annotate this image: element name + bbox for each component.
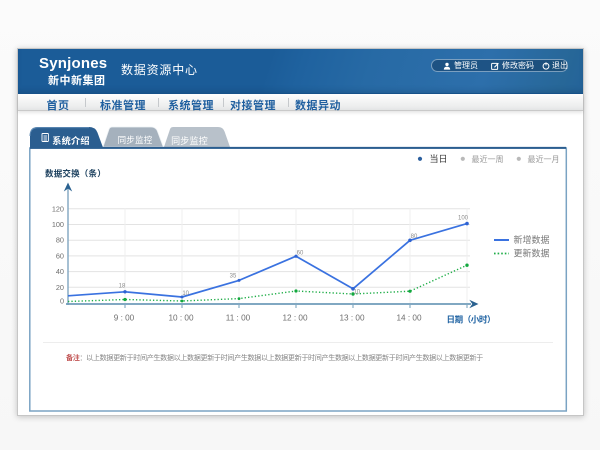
- svg-text:120: 120: [52, 204, 64, 213]
- svg-text:当日: 当日: [430, 153, 448, 164]
- svg-text:14 : 00: 14 : 00: [396, 314, 421, 323]
- svg-text:10 : 00: 10 : 00: [168, 314, 193, 323]
- svg-text:日期（小时）: 日期（小时）: [447, 315, 496, 325]
- svg-text:35: 35: [230, 274, 237, 280]
- svg-text:最近一月: 最近一月: [528, 154, 560, 164]
- svg-text:10: 10: [182, 291, 189, 297]
- svg-text:13 : 00: 13 : 00: [339, 314, 364, 323]
- svg-text:新增数据: 新增数据: [514, 234, 550, 245]
- svg-text:100: 100: [458, 216, 469, 222]
- svg-text:18: 18: [119, 284, 126, 290]
- svg-text:11 : 00: 11 : 00: [226, 314, 251, 323]
- svg-text:9 : 00: 9 : 00: [114, 314, 135, 323]
- svg-text:更新数据: 更新数据: [514, 248, 550, 259]
- svg-text:100: 100: [52, 220, 64, 229]
- svg-text:60: 60: [297, 251, 304, 257]
- svg-text:最近一周: 最近一周: [472, 154, 504, 164]
- svg-text:0: 0: [60, 297, 64, 306]
- svg-text:12 : 00: 12 : 00: [282, 314, 307, 323]
- svg-text:数据交换（条）: 数据交换（条）: [45, 169, 106, 179]
- svg-text:10: 10: [353, 290, 360, 296]
- svg-text:80: 80: [56, 236, 64, 245]
- svg-text:80: 80: [411, 234, 418, 240]
- svg-text:20: 20: [56, 283, 64, 292]
- svg-text:40: 40: [56, 267, 64, 276]
- svg-text:60: 60: [56, 251, 64, 260]
